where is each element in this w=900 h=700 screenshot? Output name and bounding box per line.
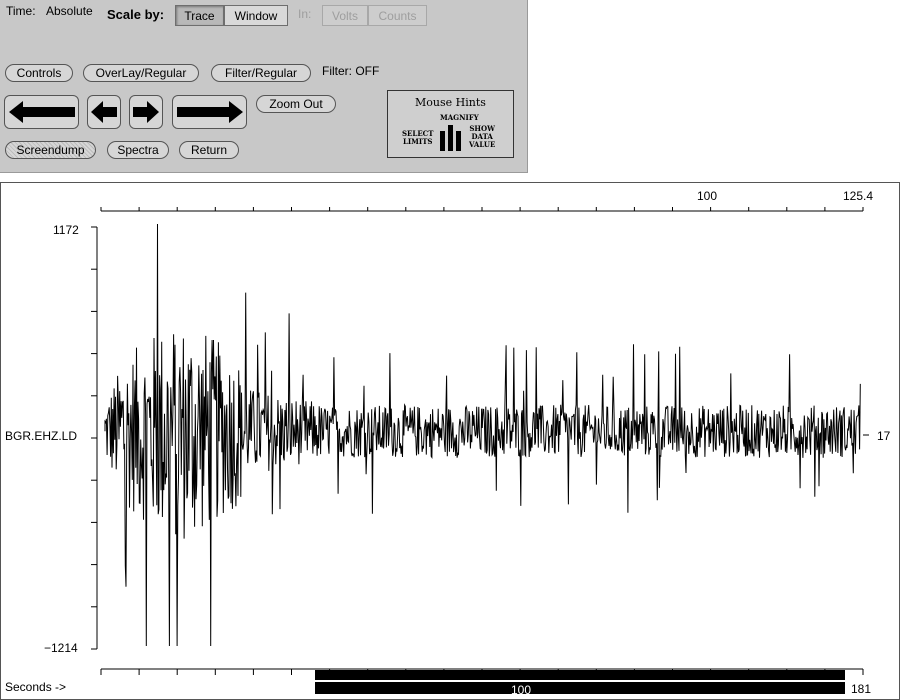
control-panel: Time: Absolute Scale by: Trace Window In… [0,0,528,173]
return-button[interactable]: Return [179,141,239,159]
seismogram-svg[interactable] [1,183,899,699]
hint-left-line-2: LIMITS [402,137,433,146]
big-left-arrow-icon [8,101,75,123]
hint-left: SELECT LIMITS [402,130,433,146]
scroll-right-button[interactable] [129,95,163,129]
scroll-far-left-button[interactable] [4,95,79,129]
top-tick-125-4: 125.4 [843,189,874,203]
waveform-trace [104,223,861,647]
hint-right: SHOW DATA VALUE [469,125,495,149]
units-volts-button[interactable]: Volts [322,5,368,26]
left-arrow-icon [91,101,117,123]
zoom-out-button[interactable]: Zoom Out [256,95,336,113]
mouse-buttons-icon [440,125,462,151]
hint-middle: MAGNIFY [440,113,479,122]
trace-label: BGR.EHZ.LD [5,429,78,443]
spectra-label: Spectra [117,143,159,157]
filter-regular-button[interactable]: Filter/Regular [211,64,311,82]
x-axis-label: Seconds -> [5,680,67,694]
spectra-button[interactable]: Spectra [107,141,169,159]
filter-regular-label: Filter/Regular [224,66,298,80]
mouse-hints-title: Mouse Hints [415,96,486,109]
top-tick-100: 100 [697,189,718,203]
scale-window-button[interactable]: Window [224,5,288,26]
time-label: Time: [6,4,36,18]
scale-by-label: Scale by: [107,7,165,22]
zoom-out-label: Zoom Out [269,97,323,111]
in-label: In: [298,7,312,21]
time-value: Absolute [46,4,93,18]
bottom-scroll-value: 100 [511,683,532,697]
controls-button-label: Controls [16,66,62,80]
time-scroll-divider [315,680,845,682]
overlay-regular-button[interactable]: OverLay/Regular [83,64,199,82]
scroll-far-right-button[interactable] [172,95,247,129]
trace-baseline-value: 17 [877,429,891,443]
mouse-hints-box: Mouse Hints MAGNIFY SELECT LIMITS SHOW D… [387,90,514,158]
units-counts-button[interactable]: Counts [368,5,427,26]
scroll-left-button[interactable] [87,95,121,129]
hint-right-line-3: VALUE [469,140,496,149]
overlay-regular-label: OverLay/Regular [95,66,187,80]
y-max-label: 1172 [53,223,79,237]
units-counts-label: Counts [378,8,417,23]
big-right-arrow-icon [176,101,243,123]
y-min-label: −1214 [44,641,78,655]
screendump-label: Screendump [16,143,85,157]
bottom-end-value: 181 [851,682,872,696]
scale-window-label: Window [234,8,278,23]
units-volts-label: Volts [331,8,358,23]
controls-button[interactable]: Controls [5,64,73,82]
right-arrow-icon [133,101,159,123]
scale-trace-button[interactable]: Trace [175,5,224,26]
scale-trace-label: Trace [184,8,215,23]
filter-status: Filter: OFF [322,64,380,78]
seismogram-plot[interactable]: 100 125.4 1172 −1214 BGR.EHZ.LD 17 Secon… [0,182,900,700]
screendump-button[interactable]: Screendump [5,141,96,159]
return-label: Return [190,143,228,157]
